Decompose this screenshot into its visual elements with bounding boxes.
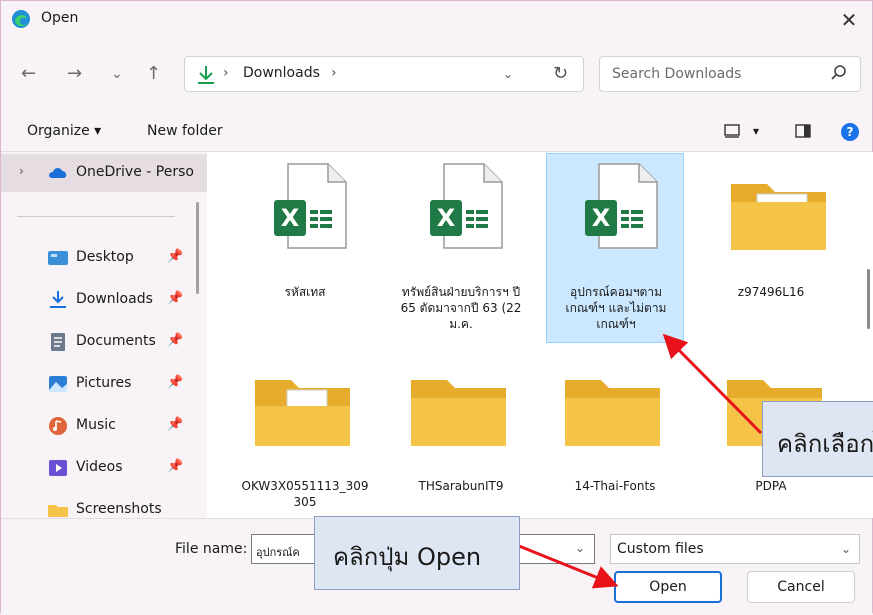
excel-file-icon: X (430, 163, 503, 249)
download-icon (50, 291, 66, 308)
file-type-value: Custom files (617, 541, 704, 557)
cancel-button[interactable]: Cancel (747, 571, 855, 603)
select-file-callout-text: คลิกเลือกไฟล์ (777, 430, 873, 458)
sidebar-item-pictures[interactable]: Pictures 📌 (1, 365, 207, 403)
pin-icon[interactable]: 📌 (167, 291, 183, 306)
file-name: PDPA (755, 479, 787, 493)
sidebar-item-label: Screenshots (76, 501, 162, 517)
command-bar: Organize ▾ New folder ▾ ? (1, 111, 872, 152)
sidebar-item-label: OneDrive - Perso (76, 164, 194, 180)
file-name: รหัสเทส (284, 285, 326, 299)
navigation-bar: ← → ⌄ ↑ › Downloads › ⌄ ↻ Search Downloa… (1, 39, 872, 111)
window-title: Open (41, 10, 79, 26)
sidebar-item-music[interactable]: Music 📌 (1, 407, 207, 445)
sidebar-item-videos[interactable]: Videos 📌 (1, 449, 207, 487)
folder-icon (565, 380, 660, 446)
sidebar-item-desktop[interactable]: Desktop 📌 (1, 239, 207, 277)
videos-icon (49, 460, 67, 476)
open-button[interactable]: Open (614, 571, 722, 603)
search-box[interactable]: Search Downloads (599, 56, 861, 92)
folder-icon (731, 184, 826, 250)
file-name: THSarabunIT9 (418, 479, 504, 493)
select-file-callout: คลิกเลือกไฟล์ (762, 401, 873, 477)
view-dropdown-button[interactable]: ▾ (753, 124, 759, 138)
sidebar-item-documents[interactable]: Documents 📌 (1, 323, 207, 361)
click-open-callout: คลิกปุ่ม Open (314, 516, 520, 590)
organize-button[interactable]: Organize ▾ (27, 123, 101, 139)
folder-icon (411, 380, 506, 446)
svg-text:X: X (592, 204, 611, 232)
file-name-dropdown-button[interactable]: ⌄ (575, 541, 585, 555)
folder-icon (255, 380, 350, 446)
recent-locations-button[interactable]: ⌄ (111, 63, 123, 85)
title-bar: Open ✕ (1, 1, 872, 39)
folder-item[interactable]: 14-Thai-Fonts (546, 350, 684, 518)
svg-text:X: X (281, 204, 300, 232)
new-folder-button[interactable]: New folder (147, 123, 223, 139)
sidebar-item-label: Videos (76, 459, 123, 475)
file-item-selected[interactable]: X อุปกรณ์คอมฯตามเกณฑ์ฯ และไม่ตามเกณฑ์ฯ (546, 153, 684, 343)
download-icon (198, 66, 214, 84)
close-icon: ✕ (840, 8, 858, 32)
refresh-button[interactable]: ↻ (553, 63, 568, 84)
breadcrumb-separator-trailing[interactable]: › (331, 65, 337, 81)
folder-icon (48, 505, 68, 517)
search-placeholder: Search Downloads (612, 66, 742, 82)
file-type-select[interactable]: Custom files ⌄ (610, 534, 860, 564)
sidebar-divider (17, 216, 175, 217)
cloud-icon (49, 168, 67, 178)
folder-item[interactable]: THSarabunIT9 (392, 350, 530, 518)
file-name: OKW3X0551113_309305 (241, 479, 369, 509)
excel-file-icon: X (274, 163, 347, 249)
file-name: z97496L16 (737, 285, 805, 299)
file-name-label: File name: (175, 541, 248, 557)
pictures-icon (49, 376, 67, 392)
forward-button[interactable]: → (67, 63, 82, 85)
breadcrumb-downloads[interactable]: Downloads (243, 65, 320, 81)
folder-item[interactable]: OKW3X0551113_309305 (236, 350, 374, 518)
back-button[interactable]: ← (21, 63, 36, 85)
excel-file-icon: X (585, 163, 658, 249)
preview-pane-icon[interactable] (795, 124, 811, 138)
search-icon (831, 65, 846, 80)
content-scrollbar[interactable] (867, 269, 870, 329)
file-name: 14-Thai-Fonts (574, 479, 656, 493)
change-view-icon[interactable] (724, 124, 740, 138)
folder-item[interactable]: z97496L16 (702, 154, 840, 344)
svg-text:X: X (437, 204, 456, 232)
address-dropdown-button[interactable]: ⌄ (503, 67, 513, 81)
up-button[interactable]: ↑ (146, 63, 161, 85)
chevron-down-icon: ⌄ (840, 542, 851, 556)
sidebar-item-label: Desktop (76, 249, 134, 265)
help-glyph: ? (846, 125, 854, 139)
address-bar[interactable]: › Downloads › ⌄ ↻ (184, 56, 584, 92)
pin-icon[interactable]: 📌 (167, 249, 183, 264)
sidebar-item-onedrive[interactable]: › OneDrive - Perso (1, 154, 207, 192)
pin-icon[interactable]: 📌 (167, 375, 183, 390)
click-open-callout-text: คลิกปุ่ม Open (333, 543, 482, 571)
breadcrumb-separator: › (223, 65, 229, 81)
expand-chevron-icon[interactable]: › (19, 164, 24, 178)
file-item[interactable]: X รหัสเทส (236, 154, 374, 344)
document-icon (51, 333, 65, 351)
open-dialog: Open ✕ ← → ⌄ ↑ › Downloads › ⌄ ↻ Search … (0, 0, 873, 615)
sidebar-item-label: Music (76, 417, 116, 433)
pin-icon[interactable]: 📌 (167, 333, 183, 348)
help-icon[interactable]: ? (841, 123, 859, 141)
sidebar-item-label: Downloads (76, 291, 153, 307)
music-icon (49, 417, 67, 435)
sidebar-item-screenshots[interactable]: Screenshots (1, 491, 207, 518)
sidebar-item-label: Pictures (76, 375, 132, 391)
close-button[interactable]: ✕ (826, 1, 872, 39)
sidebar-item-label: Documents (76, 333, 156, 349)
file-name: ทรัพย์สินฝ่ายบริการฯ ปี 65 ตัดมาจากปี 63… (400, 285, 522, 331)
navigation-pane: › OneDrive - Perso Desktop 📌 Downloads 📌… (1, 152, 207, 518)
edge-icon (12, 10, 30, 28)
file-item[interactable]: X ทรัพย์สินฝ่ายบริการฯ ปี 65 ตัดมาจากปี … (392, 154, 530, 344)
file-name: อุปกรณ์คอมฯตามเกณฑ์ฯ และไม่ตามเกณฑ์ฯ (565, 285, 667, 331)
sidebar-item-downloads[interactable]: Downloads 📌 (1, 281, 207, 319)
pin-icon[interactable]: 📌 (167, 417, 183, 432)
pin-icon[interactable]: 📌 (167, 459, 183, 474)
desktop-icon (48, 251, 68, 265)
